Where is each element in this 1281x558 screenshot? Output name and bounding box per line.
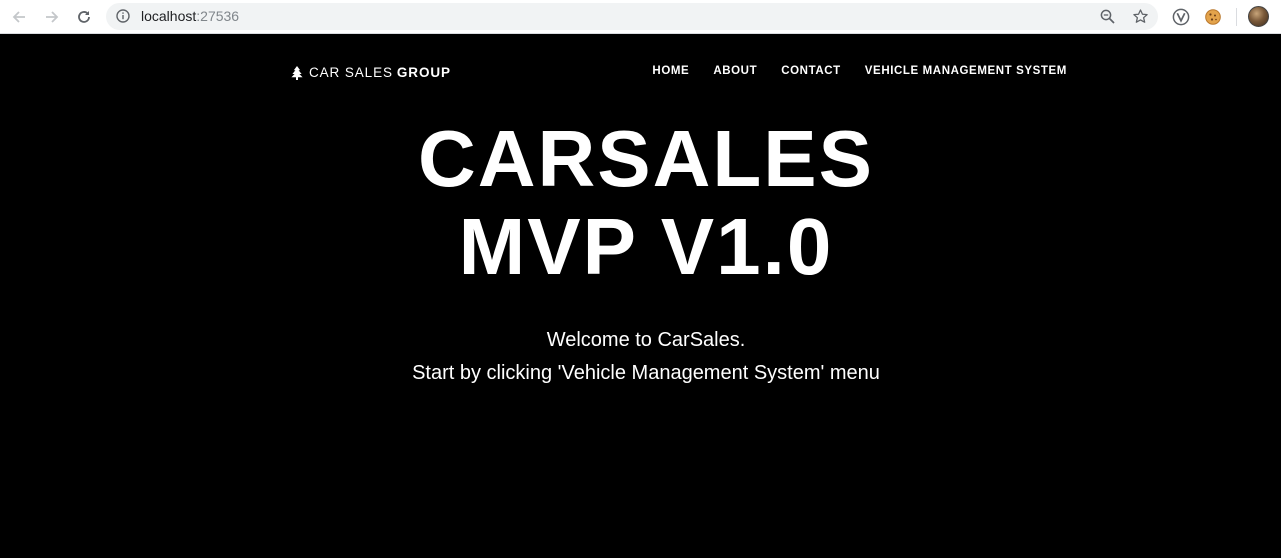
url-text[interactable]: localhost:27536: [141, 9, 239, 24]
main-menu: HOME ABOUT CONTACT VEHICLE MANAGEMENT SY…: [628, 65, 1067, 77]
menu-home[interactable]: HOME: [652, 65, 689, 77]
back-button[interactable]: [8, 6, 30, 28]
forward-button[interactable]: [41, 6, 63, 28]
tree-icon: [291, 65, 303, 80]
zoom-icon[interactable]: [1100, 9, 1115, 24]
hero-title-line1: CARSALES: [417, 114, 875, 203]
address-bar[interactable]: localhost:27536: [106, 3, 1158, 30]
arrow-left-icon: [12, 11, 25, 23]
page-body: CAR SALES GROUP HOME ABOUT CONTACT VEHIC…: [0, 35, 1281, 558]
menu-contact[interactable]: CONTACT: [781, 65, 841, 77]
browser-toolbar: localhost:27536: [0, 0, 1281, 34]
menu-about[interactable]: ABOUT: [713, 65, 757, 77]
hero-title: CARSALES MVP V1.0: [0, 115, 1281, 291]
brand-name-bold: GROUP: [396, 65, 451, 80]
bookmark-star-icon[interactable]: [1132, 8, 1149, 25]
welcome-message: Welcome to CarSales. Start by clicking '…: [0, 324, 1281, 390]
welcome-line2: Start by clicking 'Vehicle Management Sy…: [412, 362, 880, 384]
hero-title-line2: MVP V1.0: [458, 202, 834, 291]
welcome-line1: Welcome to CarSales.: [546, 329, 746, 351]
info-icon[interactable]: [116, 9, 130, 23]
vue-devtools-extension-icon[interactable]: [1171, 7, 1191, 27]
toolbar-divider: [1236, 8, 1237, 26]
reload-icon: [78, 11, 90, 23]
reload-button[interactable]: [73, 6, 95, 28]
brand-link[interactable]: CAR SALES GROUP: [291, 65, 451, 80]
menu-vehicle-management-system[interactable]: VEHICLE MANAGEMENT SYSTEM: [865, 65, 1067, 77]
brand-name: CAR SALES: [309, 65, 393, 80]
cookie-extension-icon[interactable]: [1203, 7, 1223, 27]
profile-avatar[interactable]: [1248, 6, 1269, 27]
arrow-right-icon: [46, 11, 59, 23]
